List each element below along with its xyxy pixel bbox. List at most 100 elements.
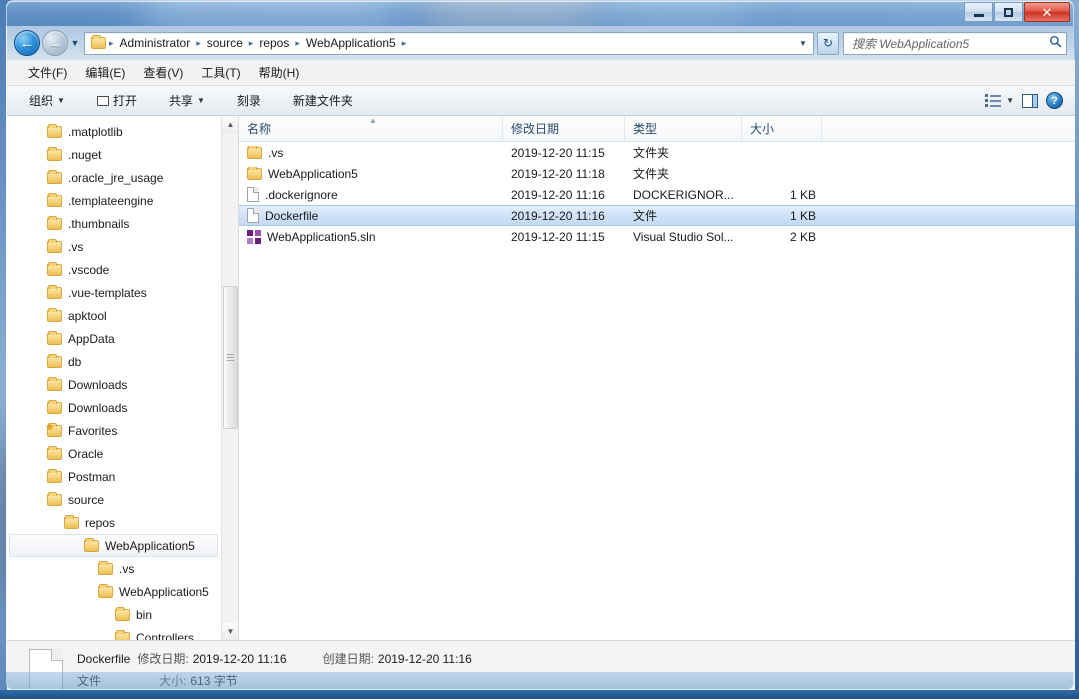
tree-item-label: WebApplication5 [105, 538, 195, 553]
tree-item[interactable]: Controllers [7, 626, 220, 640]
tree-item[interactable]: .templateengine [7, 189, 220, 212]
tree-item[interactable]: AppData [7, 327, 220, 350]
minimize-button[interactable] [964, 2, 993, 22]
breadcrumb-item-administrator[interactable]: Administrator [115, 34, 196, 52]
address-bar[interactable]: ▸ Administrator ▸ source ▸ repos ▸ WebAp… [84, 31, 814, 55]
maximize-button[interactable] [994, 2, 1023, 22]
tree-item-label: .oracle_jre_usage [68, 170, 164, 185]
preview-pane-button[interactable] [1022, 93, 1038, 108]
tree-item-label: .nuget [68, 147, 102, 162]
window-controls: ✕ [964, 2, 1070, 22]
breadcrumb-item-webapplication5[interactable]: WebApplication5 [301, 34, 401, 52]
forward-button[interactable]: → [42, 30, 68, 56]
open-label: 打开 [112, 94, 137, 108]
column-header-date-modified[interactable]: 修改日期 [503, 116, 625, 142]
change-view-button[interactable]: ▼ [985, 94, 1014, 107]
scroll-up-button[interactable]: ▲ [222, 116, 238, 133]
table-row[interactable]: WebApplication5.sln 2019-12-20 11:15 Visua… [239, 226, 1075, 247]
scroll-down-button[interactable]: ▼ [222, 623, 238, 640]
tree-item-label: .vscode [68, 262, 110, 277]
folder-icon [115, 629, 130, 640]
menu-item-edit[interactable]: 编辑(E) [76, 61, 134, 84]
tree-item[interactable]: repos [7, 511, 220, 534]
tree-item[interactable]: .vue-templates [7, 281, 220, 304]
folder-icon [64, 514, 79, 529]
tree-item[interactable]: source [7, 488, 220, 511]
cell-name: .dockerignore [239, 187, 503, 202]
tree-item[interactable]: .matplotlib [7, 120, 220, 143]
folder-icon [47, 238, 62, 253]
column-header-row: 名称 修改日期 类型 大小 ▲ [239, 116, 1075, 142]
tree-item[interactable]: Postman [7, 465, 220, 488]
forward-arrow-icon: → [47, 34, 63, 52]
file-name: .vs [268, 145, 284, 160]
table-row[interactable]: Dockerfile 2019-12-20 11:16 文件 1 KB [239, 205, 1075, 226]
tree-item[interactable]: Downloads [7, 373, 220, 396]
folder-icon [47, 376, 62, 391]
tree-item-label: source [68, 492, 105, 507]
tree-item[interactable]: WebApplication5 [9, 534, 218, 557]
address-dropdown-icon[interactable]: ▼ [795, 39, 811, 48]
search-icon [1049, 35, 1062, 51]
tree-item[interactable]: apktool [7, 304, 220, 327]
back-arrow-icon: ← [19, 34, 35, 52]
menu-item-view[interactable]: 查看(V) [134, 61, 192, 84]
open-button[interactable]: 打开 [89, 88, 145, 113]
folder-icon [98, 560, 113, 575]
tree-item[interactable]: .vscode [7, 258, 220, 281]
refresh-button[interactable]: ↻ [817, 31, 839, 55]
tree-item[interactable]: Downloads [7, 396, 220, 419]
sort-ascending-icon: ▲ [369, 116, 377, 125]
window-titlebar[interactable]: ✕ [6, 0, 1074, 26]
tree-item[interactable]: .oracle_jre_usage [7, 166, 220, 189]
cell-type: DOCKERIGNOR... [633, 187, 734, 202]
menu-item-tools[interactable]: 工具(T) [192, 61, 249, 84]
cell-date-modified: 2019-12-20 11:15 [511, 145, 605, 160]
column-header-size[interactable]: 大小 [742, 116, 822, 142]
tree-item-label: Favorites [68, 423, 118, 438]
table-row[interactable]: WebApplication5 2019-12-20 11:18 文件夹 [239, 163, 1075, 184]
tree-item[interactable]: .vs [7, 235, 220, 258]
help-button[interactable]: ? [1046, 92, 1063, 109]
search-input[interactable]: 搜索 WebApplication5 [848, 35, 1049, 52]
close-button[interactable]: ✕ [1024, 2, 1070, 22]
file-list-pane: 名称 修改日期 类型 大小 ▲ .vs 2019-12-20 11:15 文件夹 We… [239, 116, 1075, 640]
folder-icon [47, 261, 62, 276]
tree-item[interactable]: .thumbnails [7, 212, 220, 235]
tree-item[interactable]: db [7, 350, 220, 373]
new-folder-button[interactable]: 新建文件夹 [285, 88, 361, 113]
table-row[interactable]: .vs 2019-12-20 11:15 文件夹 [239, 142, 1075, 163]
tree-item[interactable]: Oracle [7, 442, 220, 465]
chevron-down-icon: ▼ [70, 38, 80, 48]
command-toolbar: 组织 ▼ 打开 共享 ▼ 刻录 新建文件夹 ▼ ? [7, 86, 1075, 116]
back-button[interactable]: ← [14, 30, 40, 56]
navigation-scrollbar[interactable]: ▲ ▼ [221, 116, 238, 640]
details-filename: Dockerfile [77, 652, 131, 666]
scrollbar-thumb[interactable] [223, 286, 238, 429]
folder-icon [115, 606, 130, 621]
tree-item[interactable]: WebApplication5 [7, 580, 220, 603]
share-button[interactable]: 共享 ▼ [161, 88, 213, 113]
recent-locations-button[interactable]: ▼ [68, 38, 82, 48]
menu-item-help[interactable]: 帮助(H) [250, 61, 309, 84]
search-box[interactable]: 搜索 WebApplication5 [843, 31, 1067, 55]
table-row[interactable]: .dockerignore 2019-12-20 11:16 DOCKERIGNOR… [239, 184, 1075, 205]
details-created-label: 创建日期: [322, 652, 374, 666]
column-header-type[interactable]: 类型 [625, 116, 742, 142]
burn-button[interactable]: 刻录 [229, 88, 269, 113]
folder-icon [47, 192, 62, 207]
file-name: WebApplication5 [268, 166, 358, 181]
organize-button[interactable]: 组织 ▼ [21, 88, 73, 113]
tree-item-label: .vue-templates [68, 285, 147, 300]
tree-item[interactable]: bin [7, 603, 220, 626]
menu-item-file[interactable]: 文件(F) [19, 61, 76, 84]
tree-item[interactable]: .nuget [7, 143, 220, 166]
breadcrumb-item-source[interactable]: source [202, 34, 248, 52]
breadcrumb-item-repos[interactable]: repos [254, 34, 294, 52]
file-name: .dockerignore [265, 187, 338, 202]
cell-date-modified: 2019-12-20 11:15 [511, 229, 605, 244]
tree-item[interactable]: .vs [7, 557, 220, 580]
breadcrumb-separator: ▸ [401, 37, 407, 48]
tree-item[interactable]: Favorites [7, 419, 220, 442]
open-icon [96, 95, 109, 106]
